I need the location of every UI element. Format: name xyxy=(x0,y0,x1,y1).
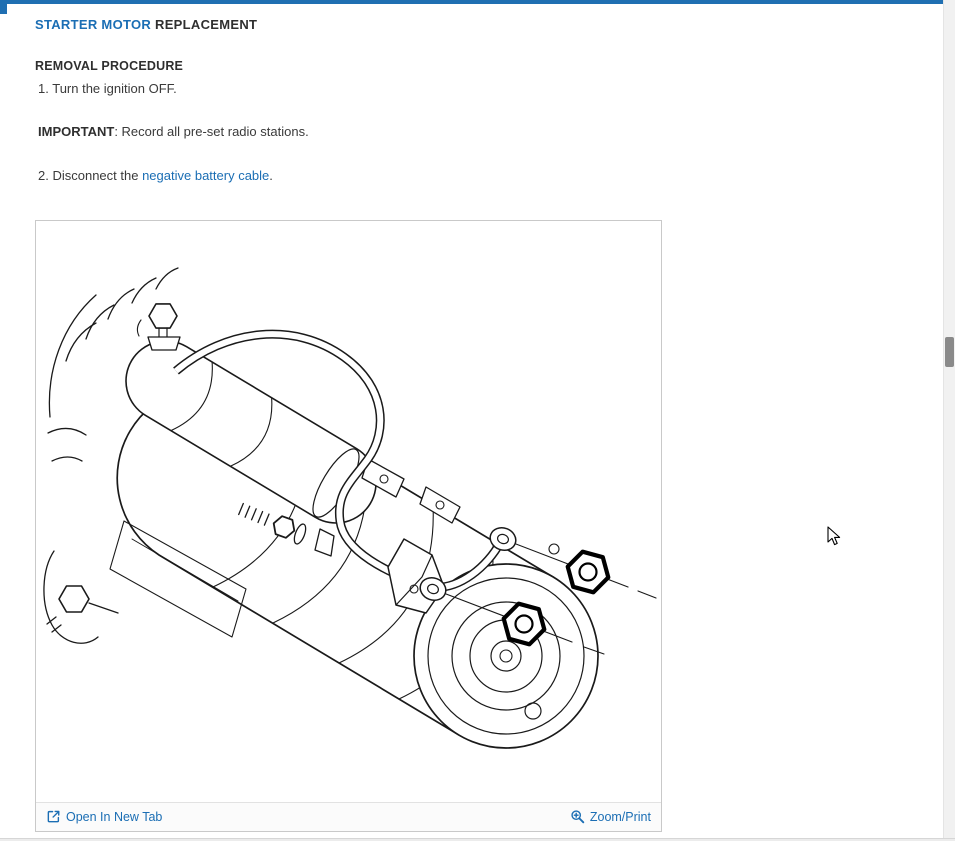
step-2: 2. Disconnect the negative battery cable… xyxy=(35,168,665,185)
step-2-prefix: Disconnect the xyxy=(52,168,142,183)
top-hex-bolt xyxy=(137,304,180,350)
open-in-new-tab-label: Open In New Tab xyxy=(66,810,162,824)
step-1-text: Turn the ignition OFF. xyxy=(52,81,177,96)
zoom-print-link[interactable]: Zoom/Print xyxy=(570,809,651,824)
section-heading: REMOVAL PROCEDURE xyxy=(35,59,665,73)
zoom-print-label: Zoom/Print xyxy=(590,810,651,824)
open-in-new-tab-link[interactable]: Open In New Tab xyxy=(46,809,162,824)
scrollbar-thumb[interactable] xyxy=(945,337,954,367)
step-2-number: 2. xyxy=(38,168,49,183)
top-accent-bar xyxy=(0,0,943,4)
arrow-cursor-icon xyxy=(827,526,841,547)
step-2-suffix: . xyxy=(269,168,273,183)
left-mounting-bolt xyxy=(44,551,118,643)
vertical-scrollbar[interactable] xyxy=(943,0,955,838)
page-title: STARTER MOTOR REPLACEMENT xyxy=(35,17,665,32)
mounting-nut-2 xyxy=(568,551,609,592)
figure-footer: Open In New Tab Zoom/Print xyxy=(36,802,661,831)
top-accent-tab xyxy=(0,0,7,14)
article-content: STARTER MOTOR REPLACEMENT REMOVAL PROCED… xyxy=(35,17,665,832)
important-text: : Record all pre-set radio stations. xyxy=(114,124,308,139)
starter-motor-diagram xyxy=(36,221,661,802)
page-title-primary: STARTER MOTOR xyxy=(35,17,151,32)
starter-motor-illustration xyxy=(36,221,661,802)
step-1-number: 1. xyxy=(38,81,49,96)
open-in-new-tab-icon xyxy=(46,809,61,824)
negative-battery-cable-link[interactable]: negative battery cable xyxy=(142,168,269,183)
zoom-in-icon xyxy=(570,809,585,824)
page-title-secondary: REPLACEMENT xyxy=(151,17,257,32)
mounting-nut-1 xyxy=(504,603,545,644)
figure-panel: Open In New Tab Zoom/Print xyxy=(35,220,662,832)
important-note: IMPORTANT: Record all pre-set radio stat… xyxy=(35,124,665,141)
step-1: 1. Turn the ignition OFF. xyxy=(35,81,665,98)
important-label: IMPORTANT xyxy=(38,124,114,139)
